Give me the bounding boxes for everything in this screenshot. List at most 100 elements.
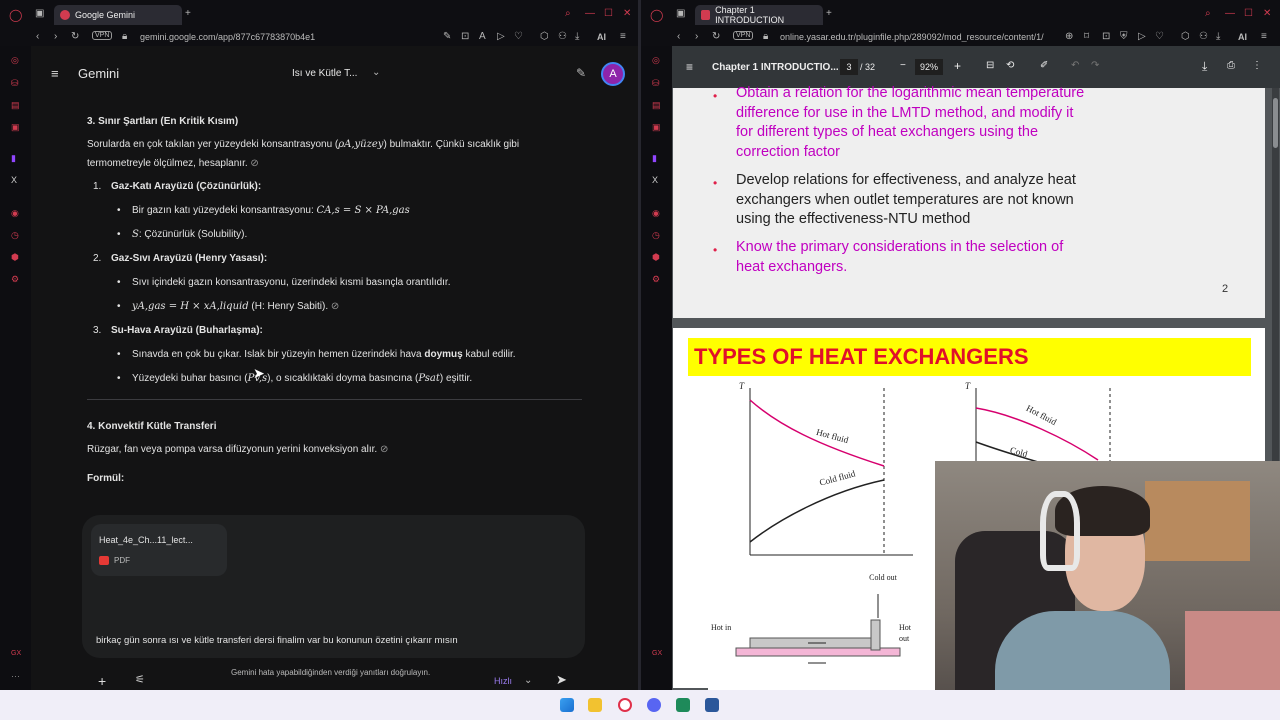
link-icon[interactable]: ⊘ bbox=[250, 158, 258, 169]
extensions-icon[interactable]: ⬡ bbox=[540, 32, 549, 42]
search-icon[interactable]: ⌕ bbox=[1205, 9, 1211, 19]
page-number-input[interactable]: 3 bbox=[840, 59, 858, 75]
gx-icon[interactable]: GX bbox=[11, 650, 21, 657]
history-icon[interactable]: ◷ bbox=[652, 231, 660, 240]
bookmark-icon[interactable]: ⌑ bbox=[1084, 32, 1089, 42]
search-icon[interactable]: ⌕ bbox=[565, 9, 571, 19]
prompt-box[interactable]: Heat_4e_Ch...11_lect... PDF birkaç gün s… bbox=[82, 515, 585, 688]
fit-page-icon[interactable]: ⊟ bbox=[986, 61, 994, 71]
maximize-icon[interactable]: ☐ bbox=[1244, 9, 1253, 19]
zoom-icon[interactable]: ⊕ bbox=[1065, 32, 1073, 42]
settings-icon[interactable]: ⚙ bbox=[11, 275, 19, 284]
x-icon[interactable]: X bbox=[652, 176, 658, 185]
aria-ai-button[interactable]: AI bbox=[1238, 32, 1247, 42]
reload-icon[interactable]: ↻ bbox=[712, 32, 720, 42]
download-icon[interactable]: ⤓ bbox=[575, 32, 579, 42]
tab-chapter1[interactable]: Chapter 1 INTRODUCTION bbox=[695, 5, 823, 25]
bag-icon[interactable]: ⛁ bbox=[11, 79, 19, 88]
more-options-icon[interactable]: ⋮ bbox=[1252, 61, 1262, 71]
vpn-badge[interactable]: VPN bbox=[92, 31, 113, 40]
maximize-icon[interactable]: ☐ bbox=[604, 9, 613, 19]
twitch-icon[interactable]: ▮ bbox=[652, 154, 657, 163]
snapshot-icon[interactable]: ⊡ bbox=[1102, 32, 1110, 42]
ai-icon[interactable]: ◎ bbox=[11, 56, 19, 65]
settings-icon[interactable]: ⚙ bbox=[652, 275, 660, 284]
attachment-chip[interactable]: Heat_4e_Ch...11_lect... PDF bbox=[91, 524, 227, 576]
play-icon[interactable]: ▷ bbox=[1138, 32, 1146, 42]
zoom-in-icon[interactable]: + bbox=[954, 60, 961, 72]
link-icon[interactable]: ⊘ bbox=[380, 444, 388, 455]
chat-title[interactable]: Isı ve Kütle T... bbox=[292, 68, 357, 79]
url-field[interactable]: gemini.google.com/app/877c67783870b4e1 bbox=[140, 32, 315, 42]
more-icon[interactable]: ··· bbox=[11, 672, 20, 681]
new-chat-icon[interactable]: ✎ bbox=[576, 67, 586, 79]
bag-icon[interactable]: ⛁ bbox=[652, 79, 660, 88]
back-icon[interactable]: ‹ bbox=[677, 32, 680, 42]
profile-icon[interactable]: ⚇ bbox=[558, 32, 567, 42]
new-tab-icon[interactable]: + bbox=[185, 9, 191, 19]
chat-icon[interactable]: ▤ bbox=[11, 101, 20, 110]
app-title[interactable]: Gemini bbox=[78, 66, 119, 81]
extensions-icon[interactable]: ⬡ bbox=[1181, 32, 1190, 42]
profile-icon[interactable]: ⚇ bbox=[1199, 32, 1208, 42]
print-icon[interactable]: ⎙ bbox=[1227, 61, 1235, 71]
close-icon[interactable]: ✕ bbox=[623, 9, 631, 19]
play-icon[interactable]: ▷ bbox=[497, 32, 505, 42]
shield-icon[interactable]: ⛨ bbox=[1120, 32, 1128, 42]
minimize-icon[interactable]: — bbox=[1225, 9, 1235, 19]
word-icon[interactable] bbox=[705, 698, 719, 712]
workspaces-icon[interactable]: ▣ bbox=[35, 9, 44, 19]
redo-icon[interactable]: ↷ bbox=[1091, 61, 1099, 71]
extensions-sidebar-icon[interactable]: ⬢ bbox=[652, 253, 660, 262]
messenger-icon[interactable]: ▣ bbox=[652, 123, 661, 132]
close-icon[interactable]: ✕ bbox=[1263, 9, 1271, 19]
pin-icon[interactable]: ✎ bbox=[443, 32, 451, 42]
snapshot-icon[interactable]: ⊡ bbox=[461, 32, 469, 42]
undo-icon[interactable]: ↶ bbox=[1071, 61, 1079, 71]
menu-icon[interactable]: ≡ bbox=[620, 32, 626, 42]
chevron-down-icon[interactable]: ⌄ bbox=[524, 676, 532, 686]
history-icon[interactable]: ◷ bbox=[11, 231, 19, 240]
file-explorer-icon[interactable] bbox=[588, 698, 602, 712]
aria-ai-button[interactable]: AI bbox=[597, 32, 606, 42]
messenger-icon[interactable]: ▣ bbox=[11, 123, 20, 132]
avatar[interactable]: A bbox=[601, 62, 625, 86]
add-icon[interactable]: + bbox=[98, 674, 106, 688]
link-icon[interactable]: ⊘ bbox=[331, 301, 339, 312]
forward-icon[interactable]: › bbox=[695, 32, 698, 42]
extensions-sidebar-icon[interactable]: ⬢ bbox=[11, 253, 19, 262]
back-icon[interactable]: ‹ bbox=[36, 32, 39, 42]
scrollbar-thumb[interactable] bbox=[1273, 98, 1278, 148]
heart-icon[interactable]: ♡ bbox=[514, 32, 523, 42]
send-icon[interactable]: ➤ bbox=[556, 673, 567, 686]
hamburger-menu-icon[interactable]: ≡ bbox=[51, 67, 59, 80]
zoom-input[interactable]: 92% bbox=[915, 59, 943, 75]
windows-start-icon[interactable] bbox=[560, 698, 574, 712]
reload-icon[interactable]: ↻ bbox=[71, 32, 79, 42]
tools-icon[interactable]: ⚟ bbox=[135, 675, 145, 686]
download-icon[interactable]: ⤓ bbox=[1216, 32, 1220, 42]
url-field[interactable]: online.yasar.edu.tr/pluginfile.php/28909… bbox=[780, 32, 1058, 42]
opera-logo-icon[interactable]: ◯ bbox=[9, 9, 22, 21]
x-icon[interactable]: X bbox=[11, 176, 17, 185]
opera-logo-icon[interactable]: ◯ bbox=[650, 9, 663, 21]
new-tab-icon[interactable]: + bbox=[826, 9, 832, 19]
gx-icon[interactable]: GX bbox=[652, 650, 662, 657]
chat-icon[interactable]: ▤ bbox=[652, 101, 661, 110]
prompt-input[interactable]: birkaç gün sonra ısı ve kütle transferi … bbox=[96, 635, 458, 646]
music-icon[interactable]: ◉ bbox=[11, 209, 19, 218]
download-pdf-icon[interactable]: ⤓ bbox=[1202, 60, 1207, 72]
chevron-down-icon[interactable]: ⌄ bbox=[372, 68, 380, 78]
discord-icon[interactable] bbox=[647, 698, 661, 712]
music-icon[interactable]: ◉ bbox=[652, 209, 660, 218]
zoom-out-icon[interactable]: − bbox=[900, 61, 906, 71]
tab-gemini[interactable]: Google Gemini bbox=[54, 5, 182, 25]
twitch-icon[interactable]: ▮ bbox=[11, 154, 16, 163]
translate-icon[interactable]: A bbox=[479, 32, 486, 42]
forward-icon[interactable]: › bbox=[54, 32, 57, 42]
workspaces-icon[interactable]: ▣ bbox=[676, 9, 685, 19]
hamburger-menu-icon[interactable]: ≡ bbox=[686, 61, 693, 73]
heart-icon[interactable]: ♡ bbox=[1155, 32, 1164, 42]
menu-icon[interactable]: ≡ bbox=[1261, 32, 1267, 42]
app-icon[interactable] bbox=[676, 698, 690, 712]
